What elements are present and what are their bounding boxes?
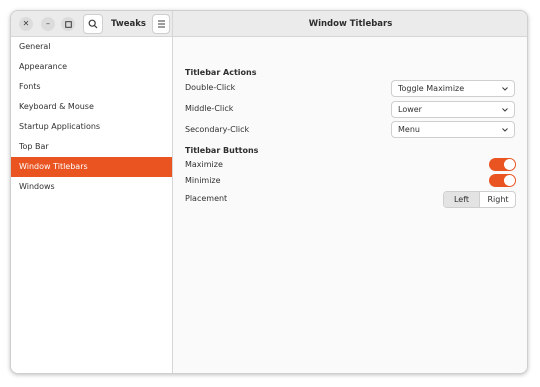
- maximize-icon[interactable]: [61, 17, 75, 31]
- page-title: Window Titlebars: [308, 19, 393, 29]
- sidebar-item-window-titlebars[interactable]: Window Titlebars: [11, 157, 172, 177]
- sidebar-item-label: Keyboard & Mouse: [19, 102, 94, 111]
- search-icon: [88, 19, 98, 29]
- placement-right-button[interactable]: Right: [480, 192, 515, 207]
- toggle-knob: [504, 175, 515, 186]
- placement-left-button[interactable]: Left: [444, 192, 480, 207]
- minimize-label: Minimize: [185, 176, 221, 185]
- maximize-toggle[interactable]: [489, 158, 516, 171]
- secondary-click-value: Menu: [398, 125, 420, 134]
- sidebar: General Appearance Fonts Keyboard & Mous…: [11, 37, 173, 373]
- titlebar-buttons-heading: Titlebar Buttons: [185, 146, 259, 155]
- sidebar-item-label: Fonts: [19, 82, 41, 91]
- middle-click-dropdown[interactable]: Lower: [391, 101, 515, 118]
- search-button[interactable]: [83, 14, 103, 34]
- sidebar-item-label: Top Bar: [19, 142, 49, 151]
- double-click-dropdown[interactable]: Toggle Maximize: [391, 80, 515, 97]
- hamburger-menu-icon: [157, 20, 165, 28]
- middle-click-value: Lower: [398, 105, 422, 114]
- sidebar-item-label: Window Titlebars: [19, 162, 88, 171]
- sidebar-item-windows[interactable]: Windows: [11, 177, 172, 197]
- minimize-toggle[interactable]: [489, 174, 516, 187]
- double-click-value: Toggle Maximize: [398, 84, 465, 93]
- maximize-label: Maximize: [185, 160, 223, 169]
- placement-label: Placement: [185, 194, 228, 203]
- titlebar-actions-heading: Titlebar Actions: [185, 68, 257, 77]
- chevron-down-icon: [502, 128, 508, 132]
- toggle-knob: [504, 159, 515, 170]
- secondary-click-label: Secondary-Click: [185, 125, 250, 134]
- menu-button[interactable]: [152, 14, 170, 34]
- close-icon[interactable]: ✕: [19, 17, 33, 31]
- middle-click-label: Middle-Click: [185, 104, 234, 113]
- sidebar-item-label: Startup Applications: [19, 122, 101, 131]
- header-bar: ✕ – Tweaks Window Titlebars: [11, 11, 527, 37]
- tweaks-window: ✕ – Tweaks Window Titlebars General Appe…: [10, 10, 528, 374]
- sidebar-header: ✕ – Tweaks: [11, 11, 173, 37]
- secondary-click-dropdown[interactable]: Menu: [391, 121, 515, 138]
- sidebar-item-top-bar[interactable]: Top Bar: [11, 137, 172, 157]
- sidebar-item-label: Windows: [19, 182, 55, 191]
- sidebar-item-fonts[interactable]: Fonts: [11, 77, 172, 97]
- sidebar-item-label: General: [19, 42, 51, 51]
- app-title: Tweaks: [111, 19, 146, 29]
- chevron-down-icon: [502, 87, 508, 91]
- sidebar-item-label: Appearance: [19, 62, 68, 71]
- sidebar-item-keyboard-mouse[interactable]: Keyboard & Mouse: [11, 97, 172, 117]
- chevron-down-icon: [502, 108, 508, 112]
- sidebar-item-startup-applications[interactable]: Startup Applications: [11, 117, 172, 137]
- maximize-square-glyph: [64, 20, 72, 28]
- double-click-label: Double-Click: [185, 83, 236, 92]
- sidebar-item-appearance[interactable]: Appearance: [11, 57, 172, 77]
- sidebar-item-general[interactable]: General: [11, 37, 172, 57]
- content-panel: Titlebar Actions Double-Click Toggle Max…: [174, 37, 527, 373]
- placement-segmented-control: Left Right: [443, 191, 516, 208]
- minimize-icon[interactable]: –: [41, 17, 55, 31]
